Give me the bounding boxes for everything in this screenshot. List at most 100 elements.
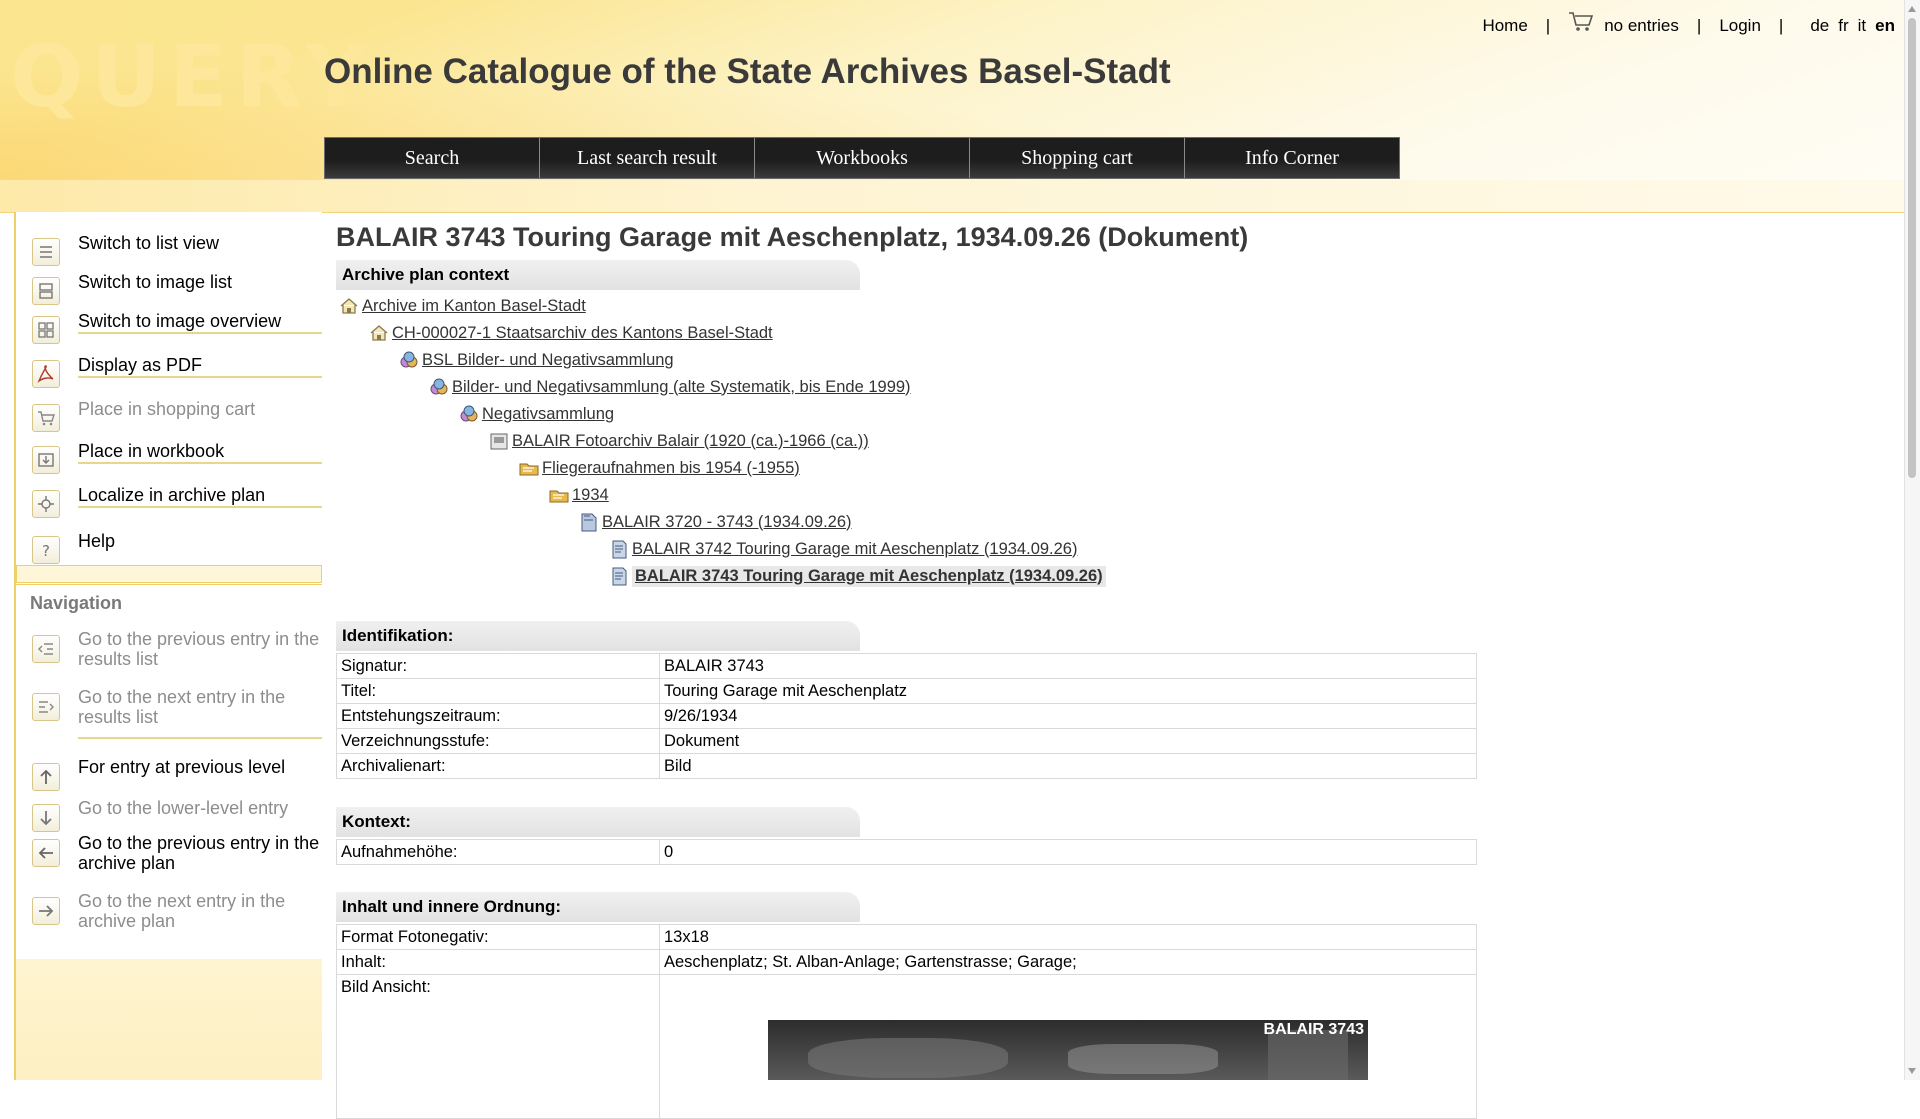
- sidebar-item-label: Go to the next entry in the results list: [78, 687, 286, 727]
- sidebar-item-label: Help: [78, 531, 116, 551]
- dossier-icon: [581, 513, 597, 532]
- table-row: Verzeichnungsstufe: Dokument: [336, 728, 1477, 754]
- field-value: 9/26/1934: [659, 703, 1477, 729]
- divider: [78, 376, 322, 378]
- field-label: Titel:: [336, 678, 660, 704]
- tree-link[interactable]: BSL Bilder- und Negativsammlung: [422, 351, 674, 370]
- identification-table: Signatur: BALAIR 3743 Titel: Touring Garag…: [336, 653, 1477, 779]
- identification-heading: Identifikation:: [336, 621, 860, 651]
- image-list-icon: [32, 277, 60, 305]
- sidebar-item-label: Place in shopping cart: [78, 399, 256, 419]
- site-title: Online Catalogue of the State Archives B…: [324, 52, 1171, 91]
- field-label: Bild Ansicht:: [336, 974, 660, 1119]
- tab-info-corner[interactable]: Info Corner: [1185, 138, 1399, 178]
- separator: |: [1696, 16, 1702, 35]
- table-row: Entstehungszeitraum: 9/26/1934: [336, 703, 1477, 729]
- header: QUERY Online Catalogue of the State Arch…: [0, 0, 1905, 180]
- tree-link[interactable]: BALAIR 3742 Touring Garage mit Aeschenpl…: [632, 540, 1077, 559]
- lang-en-link[interactable]: en: [1875, 16, 1895, 36]
- field-value: 0: [659, 839, 1477, 865]
- tree-link[interactable]: Archive im Kanton Basel-Stadt: [362, 297, 586, 316]
- sidebar-item-label: Display as PDF: [78, 355, 203, 375]
- tree-link-current[interactable]: BALAIR 3743 Touring Garage mit Aeschenpl…: [632, 565, 1106, 587]
- display-as-pdf-button[interactable]: Display as PDF: [16, 346, 322, 388]
- scroll-down-arrow[interactable]: [1908, 1068, 1916, 1074]
- tree-item-balair-3720-3743: BALAIR 3720 - 3743 (1934.09.26): [578, 510, 852, 534]
- place-in-shopping-cart-button[interactable]: Place in shopping cart: [16, 390, 322, 432]
- field-label: Signatur:: [336, 653, 660, 679]
- lang-fr-link[interactable]: fr: [1838, 16, 1848, 36]
- collection-icon: [460, 405, 478, 422]
- switch-to-list-view-button[interactable]: Switch to list view: [16, 224, 322, 266]
- next-result-button[interactable]: Go to the next entry in the results list: [16, 685, 322, 727]
- field-value: Aeschenplatz; St. Alban-Anlage; Gartenst…: [659, 949, 1477, 975]
- next-result-icon: [32, 693, 60, 721]
- sidebar-item-label: Go to the previous entry in the archive …: [78, 833, 320, 873]
- help-button[interactable]: ? Help: [16, 522, 322, 564]
- house-icon: [370, 325, 388, 341]
- tree-link[interactable]: Bilder- und Negativsammlung (alte System…: [452, 378, 911, 397]
- scroll-up-arrow[interactable]: [1908, 6, 1916, 12]
- home-link[interactable]: Home: [1482, 16, 1527, 36]
- tree-link[interactable]: CH-000027-1 Staatsarchiv des Kantons Bas…: [392, 324, 773, 343]
- actions-panel: Switch to list view Switch to image list…: [16, 214, 322, 566]
- prev-archive-entry-button[interactable]: Go to the previous entry in the archive …: [16, 829, 322, 873]
- cart-status-link[interactable]: no entries: [1604, 16, 1679, 36]
- tree-item-balair-3743-current: BALAIR 3743 Touring Garage mit Aeschenpl…: [608, 564, 1106, 588]
- lang-it-link[interactable]: it: [1858, 16, 1867, 36]
- divider: [78, 737, 322, 739]
- tab-workbooks[interactable]: Workbooks: [755, 138, 970, 178]
- photo-texture: [1068, 1044, 1218, 1074]
- main-navigation: Search Last search result Workbooks Shop…: [324, 137, 1400, 179]
- help-icon: ?: [32, 536, 60, 564]
- field-value: Dokument: [659, 728, 1477, 754]
- lang-de-link[interactable]: de: [1810, 16, 1829, 36]
- separator: |: [1778, 16, 1784, 35]
- tree-item-bilder-alte-systematik: Bilder- und Negativsammlung (alte System…: [428, 375, 911, 399]
- field-label: Archivalienart:: [336, 753, 660, 779]
- field-label: Verzeichnungsstufe:: [336, 728, 660, 754]
- level-up-button[interactable]: For entry at previous level: [16, 747, 322, 791]
- photo-caption: BALAIR 3743: [1263, 1021, 1364, 1038]
- switch-to-image-list-button[interactable]: Switch to image list: [16, 263, 322, 305]
- divider: [78, 506, 322, 508]
- query-logo[interactable]: QUERY: [10, 34, 375, 120]
- workbook-add-icon: [32, 446, 60, 474]
- localize-in-archive-plan-button[interactable]: Localize in archive plan: [16, 476, 322, 518]
- table-row: Inhalt: Aeschenplatz; St. Alban-Anlage; G…: [336, 949, 1477, 975]
- login-link[interactable]: Login: [1719, 16, 1761, 36]
- place-in-workbook-button[interactable]: Place in workbook: [16, 432, 322, 474]
- sidebar-item-label: Place in workbook: [78, 441, 225, 461]
- tree-item-archive-basel: Archive im Kanton Basel-Stadt: [338, 294, 586, 318]
- tree-link[interactable]: 1934: [572, 486, 609, 505]
- pdf-icon: [32, 360, 60, 388]
- tab-shopping-cart[interactable]: Shopping cart: [970, 138, 1185, 178]
- tree-link[interactable]: BALAIR 3720 - 3743 (1934.09.26): [602, 513, 852, 532]
- field-label: Format Fotonegativ:: [336, 924, 660, 950]
- tree-link[interactable]: BALAIR Fotoarchiv Balair (1920 (ca.)-196…: [512, 432, 869, 451]
- tab-last-search-result[interactable]: Last search result: [540, 138, 755, 178]
- prev-result-button[interactable]: Go to the previous entry in the results …: [16, 627, 322, 669]
- shopping-cart-icon[interactable]: [1568, 11, 1594, 33]
- tab-search[interactable]: Search: [325, 138, 540, 178]
- sidebar-item-label: Go to the next entry in the archive plan: [78, 891, 286, 931]
- tree-link[interactable]: Negativsammlung: [482, 405, 614, 424]
- scroll-thumb[interactable]: [1908, 18, 1916, 478]
- page-scrollbar[interactable]: [1904, 0, 1920, 1080]
- arrow-left-icon: [32, 839, 60, 867]
- svg-text:?: ?: [42, 542, 50, 560]
- sidebar-item-label: Switch to image overview: [78, 311, 282, 331]
- photo-preview[interactable]: BALAIR 3743: [768, 1020, 1368, 1080]
- fonds-icon: [490, 433, 508, 450]
- subheader-strip: [0, 180, 1905, 213]
- next-archive-entry-button[interactable]: Go to the next entry in the archive plan: [16, 887, 322, 931]
- tree-link[interactable]: Fliegeraufnahmen bis 1954 (-1955): [542, 459, 800, 478]
- switch-to-image-overview-button[interactable]: Switch to image overview: [16, 302, 322, 344]
- level-down-button[interactable]: Go to the lower-level entry: [16, 788, 322, 832]
- tree-item-balair-fotoarchiv: BALAIR Fotoarchiv Balair (1920 (ca.)-196…: [488, 429, 869, 453]
- sidebar: Switch to list view Switch to image list…: [14, 212, 322, 1080]
- content-heading: Inhalt und innere Ordnung:: [336, 892, 860, 922]
- navigation-heading: Navigation: [30, 593, 123, 613]
- sidebar-item-label: For entry at previous level: [78, 757, 286, 777]
- separator: |: [1545, 16, 1551, 35]
